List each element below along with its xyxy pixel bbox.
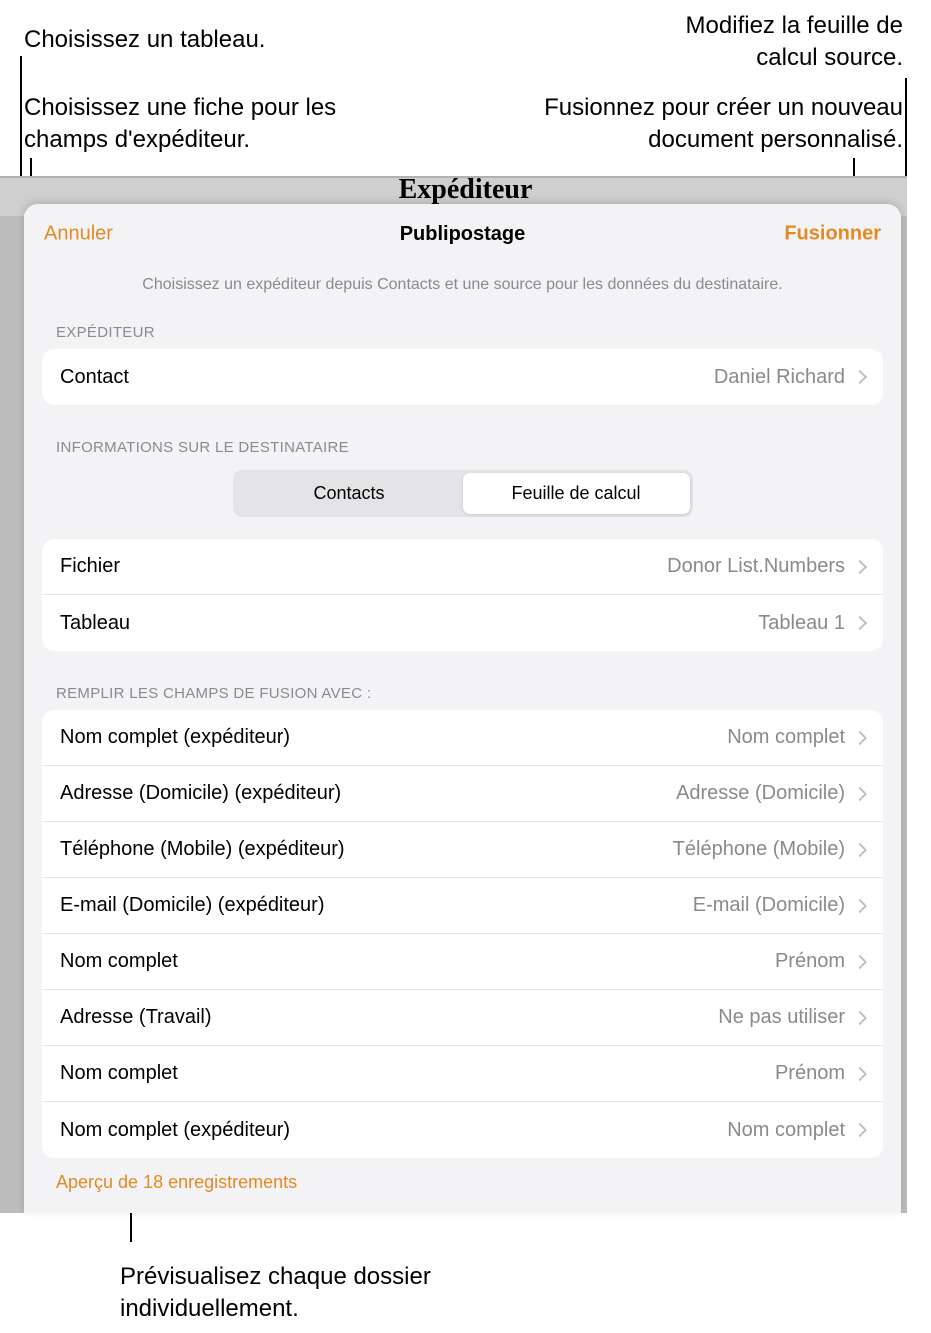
- table-label: Tableau: [60, 612, 758, 635]
- section-fields-label: REMPLIR LES CHAMPS DE FUSION AVEC :: [24, 673, 901, 710]
- section-sender-label: EXPÉDITEUR: [24, 312, 901, 349]
- field-label: E-mail (Domicile) (expéditeur): [60, 894, 693, 917]
- merge-button[interactable]: Fusionner: [784, 223, 881, 246]
- document-title: Expéditeur: [399, 174, 533, 206]
- background-edge: [907, 176, 931, 1213]
- field-label: Nom complet: [60, 950, 775, 973]
- chevron-right-icon: [853, 786, 867, 800]
- field-mapping-row[interactable]: Adresse (Travail)Ne pas utiliser: [42, 990, 883, 1046]
- file-value: Donor List.Numbers: [667, 555, 845, 578]
- chevron-right-icon: [853, 1010, 867, 1024]
- spreadsheet-list: Fichier Donor List.Numbers Tableau Table…: [42, 539, 883, 651]
- field-label: Nom complet: [60, 1062, 775, 1085]
- chevron-right-icon: [853, 842, 867, 856]
- field-mapping-row[interactable]: Nom complet (expéditeur)Nom complet: [42, 710, 883, 766]
- field-mapping-row[interactable]: Téléphone (Mobile) (expéditeur)Téléphone…: [42, 822, 883, 878]
- field-mapping-row[interactable]: Adresse (Domicile) (expéditeur)Adresse (…: [42, 766, 883, 822]
- chevron-right-icon: [853, 1066, 867, 1080]
- field-value: Téléphone (Mobile): [673, 838, 845, 861]
- mail-merge-sheet: Annuler Publipostage Fusionner Choisisse…: [24, 204, 901, 1213]
- field-mapping-row[interactable]: Nom completPrénom: [42, 1046, 883, 1102]
- chevron-right-icon: [853, 954, 867, 968]
- field-label: Nom complet (expéditeur): [60, 1119, 727, 1142]
- chevron-right-icon: [853, 1123, 867, 1137]
- chevron-right-icon: [853, 559, 867, 573]
- segment-spreadsheet[interactable]: Feuille de calcul: [463, 473, 690, 514]
- preview-records-link[interactable]: Aperçu de 18 enregistrements: [24, 1158, 901, 1193]
- field-value: Adresse (Domicile): [676, 782, 845, 805]
- callout-line: [130, 1212, 132, 1242]
- chevron-right-icon: [853, 730, 867, 744]
- contact-label: Contact: [60, 366, 714, 389]
- field-label: Nom complet (expéditeur): [60, 726, 727, 749]
- chevron-right-icon: [853, 898, 867, 912]
- chevron-right-icon: [853, 616, 867, 630]
- table-value: Tableau 1: [758, 612, 845, 635]
- contact-row[interactable]: Contact Daniel Richard: [42, 349, 883, 405]
- field-label: Adresse (Travail): [60, 1006, 718, 1029]
- field-value: Prénom: [775, 1062, 845, 1085]
- callout-top-right: Modifiez la feuille de calcul source.: [663, 10, 903, 74]
- field-value: Nom complet: [727, 726, 845, 749]
- field-mapping-row[interactable]: Nom completPrénom: [42, 934, 883, 990]
- field-value: Ne pas utiliser: [718, 1006, 845, 1029]
- recipient-source-segmented[interactable]: Contacts Feuille de calcul: [233, 470, 693, 517]
- field-value: Prénom: [775, 950, 845, 973]
- segment-contacts[interactable]: Contacts: [236, 473, 463, 514]
- chevron-right-icon: [853, 370, 867, 384]
- file-label: Fichier: [60, 555, 667, 578]
- callout-mid-right: Fusionnez pour créer un nouveau document…: [483, 92, 903, 156]
- sheet-title: Publipostage: [400, 223, 526, 246]
- field-label: Adresse (Domicile) (expéditeur): [60, 782, 676, 805]
- field-mapping-row[interactable]: Nom complet (expéditeur)Nom complet: [42, 1102, 883, 1158]
- table-row[interactable]: Tableau Tableau 1: [42, 595, 883, 651]
- sheet-subtitle: Choisissez un expéditeur depuis Contacts…: [24, 264, 901, 312]
- contact-value: Daniel Richard: [714, 366, 845, 389]
- field-value: Nom complet: [727, 1119, 845, 1142]
- sheet-header: Annuler Publipostage Fusionner: [24, 204, 901, 264]
- callout-bottom: Prévisualisez chaque dossier individuell…: [120, 1261, 500, 1325]
- sender-list: Contact Daniel Richard: [42, 349, 883, 405]
- field-label: Téléphone (Mobile) (expéditeur): [60, 838, 673, 861]
- background-sliver: [0, 216, 24, 1213]
- field-mapping-row[interactable]: E-mail (Domicile) (expéditeur)E-mail (Do…: [42, 878, 883, 934]
- cancel-button[interactable]: Annuler: [44, 223, 113, 246]
- callout-top-left: Choisissez un tableau.: [24, 24, 265, 56]
- section-recipient-label: INFORMATIONS SUR LE DESTINATAIRE: [24, 427, 901, 464]
- field-value: E-mail (Domicile): [693, 894, 845, 917]
- fields-list: Nom complet (expéditeur)Nom completAdres…: [42, 710, 883, 1158]
- file-row[interactable]: Fichier Donor List.Numbers: [42, 539, 883, 595]
- callout-mid-left: Choisissez une fiche pour les champs d'e…: [24, 92, 364, 156]
